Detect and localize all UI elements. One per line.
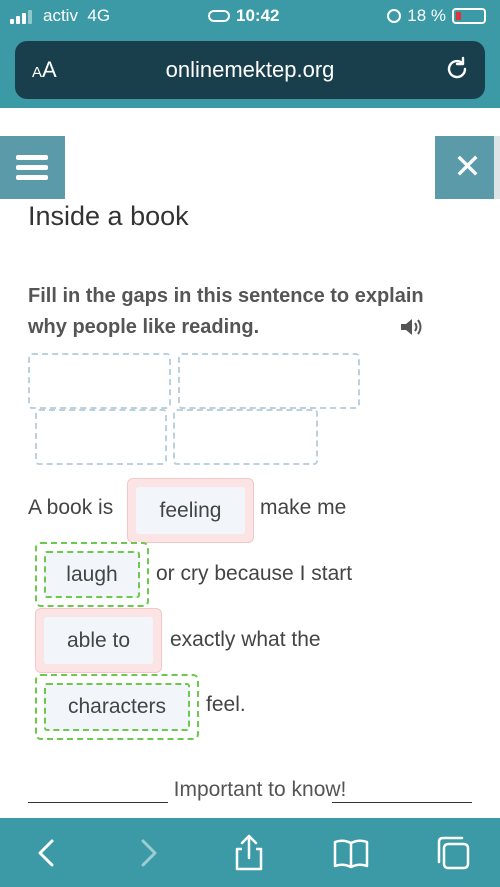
battery-percent: 18 % <box>407 6 446 25</box>
close-icon: ✕ <box>453 148 482 186</box>
divider-left <box>28 802 168 803</box>
word-chip-able-to[interactable]: able to <box>35 608 162 673</box>
reload-icon[interactable] <box>443 55 471 83</box>
carrier-info: activ 4G <box>43 6 110 26</box>
speaker-icon[interactable] <box>399 316 425 338</box>
carrier-name: activ <box>43 6 78 25</box>
word-chip-laugh[interactable]: laugh <box>35 542 149 607</box>
answer-slot-1[interactable] <box>28 353 171 409</box>
browser-header: AA onlinemektep.org <box>0 32 500 108</box>
battery-icon <box>452 8 486 24</box>
forward-icon[interactable] <box>128 833 168 873</box>
battery-status: 18 % <box>387 6 486 26</box>
bookmarks-icon[interactable] <box>331 833 371 873</box>
sentence-text-2: make me <box>260 496 347 519</box>
status-bar: activ 4G 10:42 18 % <box>0 0 500 32</box>
tabs-icon[interactable] <box>433 833 473 873</box>
close-button[interactable]: ✕ <box>435 136 500 199</box>
time-text: 10:42 <box>236 6 280 25</box>
menu-icon <box>16 155 48 160</box>
word-chip-characters[interactable]: characters <box>35 674 199 740</box>
address-bar[interactable]: AA onlinemektep.org <box>15 41 485 99</box>
url-text[interactable]: onlinemektep.org <box>15 57 485 83</box>
chip-label: able to <box>66 628 131 652</box>
divider-right <box>332 802 472 803</box>
sentence-text-4: exactly what the <box>170 628 321 651</box>
signal-icon <box>10 8 36 24</box>
link-icon <box>208 10 230 22</box>
sentence-text-1: A book is <box>28 496 114 519</box>
chip-label: feeling <box>159 498 222 522</box>
network-type: 4G <box>87 6 111 25</box>
status-clock: 10:42 <box>208 6 279 26</box>
chip-label: characters <box>67 695 167 718</box>
sentence-text-3: or cry because I start <box>156 562 353 585</box>
word-chip-feeling[interactable]: feeling <box>127 478 254 543</box>
answer-slot-3[interactable] <box>35 409 167 465</box>
menu-button[interactable] <box>0 136 65 199</box>
task-instruction: Fill in the gaps in this sentence to exp… <box>28 285 424 338</box>
back-icon[interactable] <box>27 833 67 873</box>
answer-slot-4[interactable] <box>173 409 318 465</box>
important-label: Important to know! <box>173 778 347 801</box>
sentence-text-5: feel. <box>206 693 246 716</box>
share-icon[interactable] <box>229 833 269 873</box>
answer-slot-2[interactable] <box>178 353 360 409</box>
page-title: Inside a book <box>28 201 189 231</box>
chip-label: laugh <box>66 562 118 586</box>
browser-toolbar <box>0 818 500 887</box>
rotation-lock-icon <box>387 9 402 23</box>
